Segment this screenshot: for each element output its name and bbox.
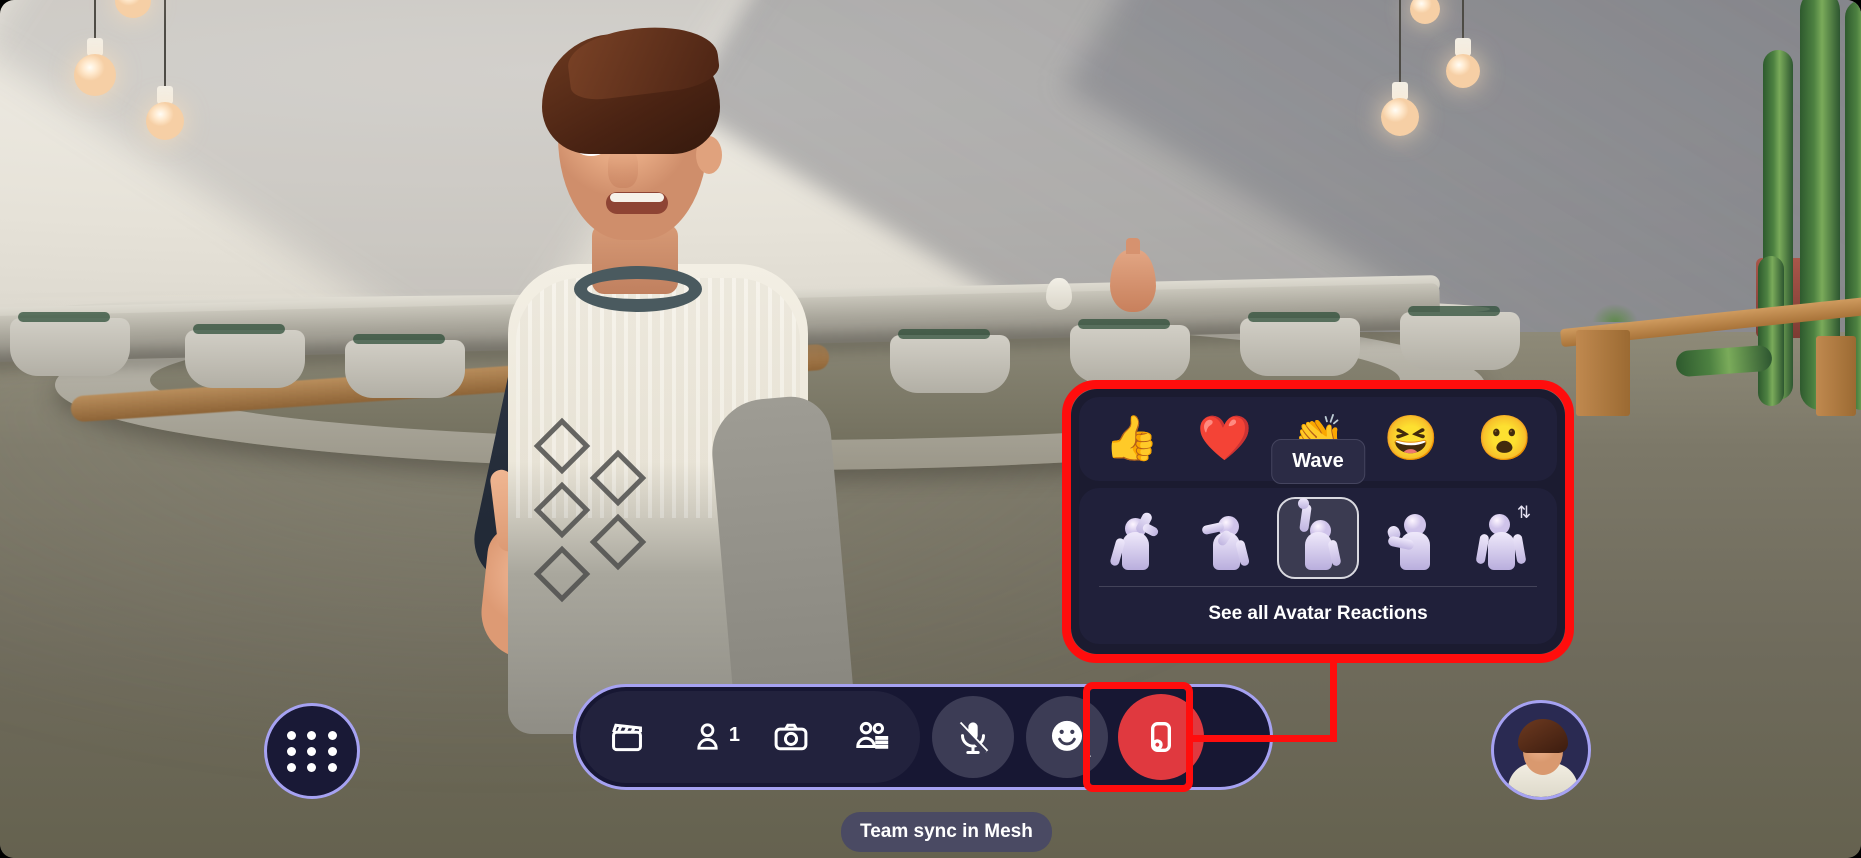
bench-leg-left [1576,330,1630,416]
grid-dot-2 [307,730,317,740]
annotation-connector-vertical [1330,650,1337,742]
gesture-figure-raise-hand: ⇅ [1475,504,1531,570]
stool-5 [1070,319,1190,383]
grid-dot-1 [287,730,297,740]
grid-dot-6 [327,746,337,756]
grid-dot-8 [307,762,317,772]
toolbar-primary-group: 1 [580,691,920,783]
apps-grid-button[interactable] [264,703,360,799]
avatar-gesture-raise-hand[interactable]: ⇅ [1460,497,1542,579]
emoji-reaction-thumbs-up[interactable]: 👍 [1101,408,1163,470]
camera-icon [774,723,808,751]
avatar-gesture-salute[interactable] [1185,497,1267,579]
wave-tooltip: Wave [1271,439,1365,484]
emoji-reaction-surprised[interactable]: 😮 [1473,408,1535,470]
reactions-button-highlight [1083,682,1193,792]
avatar-gesture-flex[interactable] [1094,497,1176,579]
gesture-figure-wave [1292,498,1344,570]
avatar-teeth [610,193,664,202]
camera-button[interactable] [750,696,832,778]
mic-button[interactable] [932,696,1014,778]
grid-dot-5 [307,746,317,756]
ceramic-vase-small [1046,278,1072,310]
scroll-arrows-icon: ⇅ [1516,503,1532,522]
avatar-gesture-wave[interactable] [1276,497,1359,579]
people-button[interactable]: 1 [668,696,750,778]
bench-leg-right [1816,336,1856,416]
grid-dot-3 [327,730,337,740]
emoji-reaction-laugh[interactable]: 😆 [1380,408,1442,470]
gesture-figure-salute [1200,506,1252,570]
emoji-reactions-row: 👍 ❤️ 👏 😆 😮 Wave [1079,397,1557,484]
ceramic-vase-large [1110,238,1156,312]
clapperboard-icon [612,723,642,752]
gesture-figure-flex [1109,506,1161,570]
stool-7 [1400,306,1520,370]
mic-muted-icon [956,721,989,755]
grid-dot-9 [327,762,337,772]
cactus-short [1758,256,1784,406]
stool-1 [10,312,130,376]
roster-button[interactable] [832,696,914,778]
grass-tuft [1592,296,1638,322]
people-count-badge: 1 [728,724,740,746]
person-icon [697,723,718,750]
emoji-reaction-heart[interactable]: ❤️ [1194,408,1256,470]
stool-6 [1240,312,1360,376]
avatar-nose [608,148,638,188]
see-all-avatar-reactions-link[interactable]: See all Avatar Reactions [1085,587,1551,635]
avatar-mouth [606,192,668,214]
annotation-connector-horizontal [1186,735,1337,742]
reactions-panel: 👍 ❤️ 👏 😆 😮 Wave [1071,389,1565,654]
grid-dot-7 [287,762,297,772]
avatar-sweater-collar [574,266,702,312]
avatar-gesture-point[interactable] [1369,497,1451,579]
media-button[interactable] [586,696,668,778]
stool-2 [185,324,305,388]
avatar-character [330,19,950,734]
self-avatar-hair [1518,719,1568,753]
meeting-title-tooltip: Team sync in Mesh [841,812,1052,852]
self-avatar-button[interactable] [1491,700,1591,800]
avatar-gestures-row: ⇅ [1085,492,1551,584]
participants-icon [856,721,889,749]
mesh-immersive-view: 👍 ❤️ 👏 😆 😮 Wave [0,0,1861,858]
avatar-reactions-section: ⇅ See all Avatar Reactions [1079,488,1557,644]
gesture-figure-point [1384,506,1436,570]
grid-dot-4 [287,746,297,756]
